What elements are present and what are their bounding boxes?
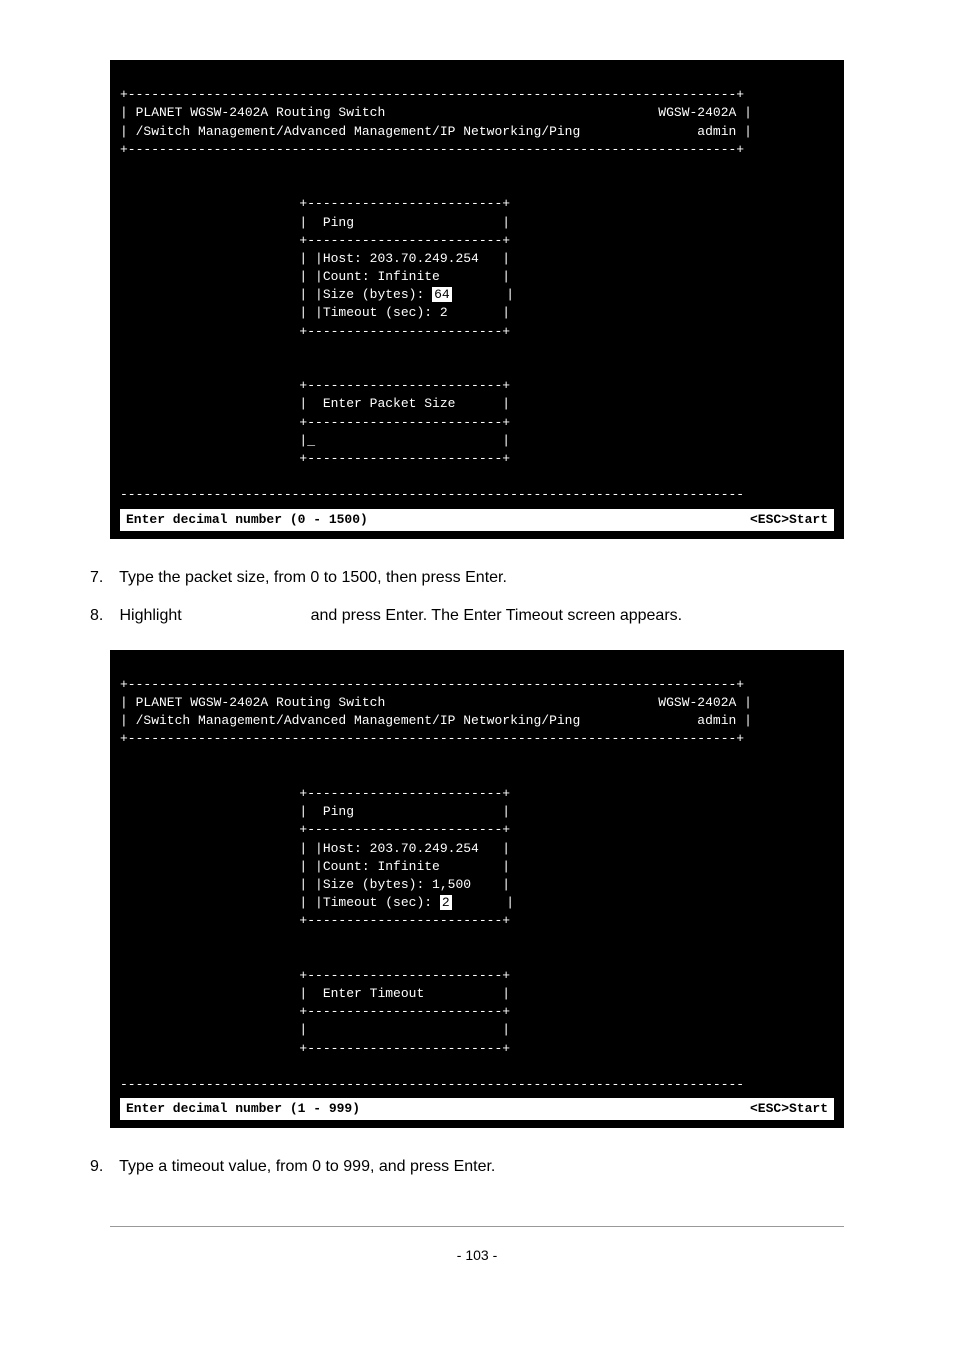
box-border: +-------------------------+ [120, 196, 510, 211]
terminal-header: | PLANET WGSW-2402A Routing Switch WGSW-… [120, 105, 752, 120]
status-bar: Enter decimal number (1 - 999) <ESC>Start [120, 1098, 834, 1120]
terminal-screenshot-2: +---------------------------------------… [110, 650, 844, 1129]
ping-timeout-row: | |Timeout (sec): 2 | [120, 895, 514, 910]
status-right: <ESC>Start [750, 1100, 828, 1118]
input-line: | | [120, 1022, 510, 1037]
ping-timeout: | |Timeout (sec): 2 | [120, 305, 510, 320]
prompt-title: | Enter Packet Size | [120, 396, 510, 411]
dash-line: ----------------------------------------… [120, 487, 744, 502]
instruction-number: 7. [90, 569, 115, 587]
ping-size-row: | |Size (bytes): 64 | [120, 287, 514, 302]
status-left: Enter decimal number (1 - 999) [126, 1100, 360, 1118]
box-border: +-------------------------+ [120, 822, 510, 837]
ping-size: | |Size (bytes): 1,500 | [120, 877, 510, 892]
box-title: | Ping | [120, 215, 510, 230]
instruction-number: 9. [90, 1158, 115, 1176]
status-right: <ESC>Start [750, 511, 828, 529]
terminal-breadcrumb: | /Switch Management/Advanced Management… [120, 713, 752, 728]
instruction-prefix: Highlight [119, 607, 181, 624]
ping-count: | |Count: Infinite | [120, 859, 510, 874]
box-border: +-------------------------+ [120, 786, 510, 801]
instruction-list: 7. Type the packet size, from 0 to 1500,… [90, 569, 894, 625]
box-border: +-------------------------+ [120, 913, 510, 928]
box-border: +-------------------------+ [120, 968, 510, 983]
instruction-number: 8. [90, 607, 115, 625]
size-value-highlighted: 64 [432, 287, 452, 302]
instruction-list: 9. Type a timeout value, from 0 to 999, … [90, 1158, 894, 1176]
status-left: Enter decimal number (0 - 1500) [126, 511, 368, 529]
dash-line: ----------------------------------------… [120, 1077, 744, 1092]
box-border: +-------------------------+ [120, 324, 510, 339]
timeout-value-highlighted: 2 [440, 895, 452, 910]
ping-host: | |Host: 203.70.249.254 | [120, 251, 510, 266]
terminal-border: +---------------------------------------… [120, 87, 744, 102]
box-title: | Ping | [120, 804, 510, 819]
status-bar: Enter decimal number (0 - 1500) <ESC>Star… [120, 509, 834, 531]
instruction-7: 7. Type the packet size, from 0 to 1500,… [90, 569, 894, 587]
box-border: +-------------------------+ [120, 378, 510, 393]
terminal-breadcrumb: | /Switch Management/Advanced Management… [120, 124, 752, 139]
box-border: +-------------------------+ [120, 233, 510, 248]
page-number: - 103 - [60, 1247, 894, 1263]
box-border: +-------------------------+ [120, 1041, 510, 1056]
terminal-header: | PLANET WGSW-2402A Routing Switch WGSW-… [120, 695, 752, 710]
box-border: +-------------------------+ [120, 451, 510, 466]
terminal-border: +---------------------------------------… [120, 677, 744, 692]
ping-host: | |Host: 203.70.249.254 | [120, 841, 510, 856]
terminal-border: +---------------------------------------… [120, 731, 744, 746]
instruction-text: Type a timeout value, from 0 to 999, and… [119, 1158, 495, 1175]
instruction-9: 9. Type a timeout value, from 0 to 999, … [90, 1158, 894, 1176]
box-border: +-------------------------+ [120, 415, 510, 430]
terminal-border: +---------------------------------------… [120, 142, 744, 157]
terminal-screenshot-1: +---------------------------------------… [110, 60, 844, 539]
input-line: |_ | [120, 433, 510, 448]
box-border: +-------------------------+ [120, 1004, 510, 1019]
instruction-suffix: and press Enter. The Enter Timeout scree… [311, 607, 682, 624]
ping-count: | |Count: Infinite | [120, 269, 510, 284]
instruction-text: Type the packet size, from 0 to 1500, th… [119, 569, 507, 586]
footer-divider [110, 1226, 844, 1227]
prompt-title: | Enter Timeout | [120, 986, 510, 1001]
instruction-8: 8. Highlight and press Enter. The Enter … [90, 607, 894, 625]
